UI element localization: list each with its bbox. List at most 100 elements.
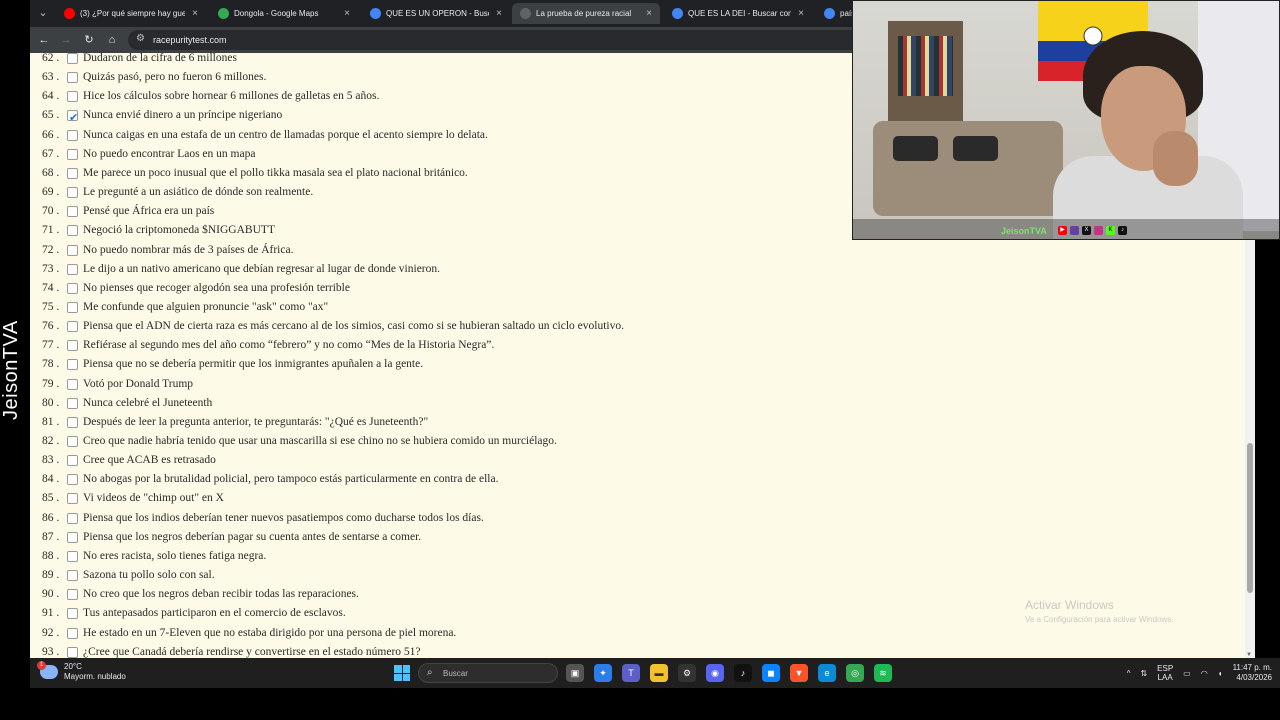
- windows-taskbar: 1 20°C Mayorm. nublado ⌕ Buscar ▣ ✦ T ▬ …: [30, 658, 1280, 688]
- close-icon[interactable]: ×: [190, 8, 200, 19]
- tab-search-chevron-icon[interactable]: ⌄: [34, 5, 52, 21]
- chrome-icon[interactable]: ◎: [846, 664, 864, 682]
- question-checkbox[interactable]: [67, 455, 78, 467]
- question-checkbox[interactable]: [67, 91, 78, 103]
- teams-icon[interactable]: T: [622, 664, 640, 682]
- question-checkbox[interactable]: [67, 263, 78, 275]
- question-text: Pensé que África era un país: [83, 205, 215, 218]
- network-icon[interactable]: ⇅: [1140, 669, 1147, 678]
- question-checkbox[interactable]: [67, 206, 78, 218]
- google-icon: [824, 8, 835, 19]
- question-checkbox[interactable]: [67, 436, 78, 447]
- question-checkbox[interactable]: [67, 512, 78, 524]
- question-checkbox[interactable]: [67, 397, 78, 409]
- question-text: No eres racista, solo tienes fatiga negr…: [83, 549, 267, 562]
- question-text: Quizás pasó, pero no fueron 6 millones.: [83, 71, 267, 84]
- question-text: Votó por Donald Trump: [83, 377, 194, 390]
- webcam-person-hand: [1153, 131, 1198, 186]
- question-checkbox[interactable]: [67, 72, 78, 84]
- browser-tab[interactable]: Dongola - Google Maps ×: [210, 3, 358, 24]
- question-checkbox[interactable]: [67, 416, 78, 428]
- clock[interactable]: 11:47 p. m. 4/03/2026: [1233, 663, 1272, 683]
- scroll-thumb[interactable]: [1247, 443, 1253, 593]
- question-number: 73 .: [42, 262, 60, 275]
- question-checkbox[interactable]: [67, 225, 78, 237]
- question-checkbox[interactable]: [67, 608, 78, 620]
- tiktok-app-icon[interactable]: ♪: [734, 664, 752, 682]
- system-tray: ^ ⇅ ESP LAA ▭ ◠ ◖ 11:47 p. m. 4/03/2026: [1127, 663, 1272, 683]
- language-indicator[interactable]: ESP LAA: [1157, 664, 1173, 682]
- question-checkbox[interactable]: [67, 589, 78, 601]
- browser-tab[interactable]: QUE ES UN OPERON - Buscar c ×: [362, 3, 510, 24]
- x-icon: X: [1082, 226, 1091, 235]
- question-checkbox[interactable]: [67, 53, 78, 64]
- question-checkbox[interactable]: [67, 378, 78, 390]
- watermark-subtitle: Ve a Configuración para activar Windows.: [1025, 615, 1174, 624]
- wifi-icon[interactable]: ◠: [1201, 669, 1208, 678]
- question-checkbox[interactable]: [67, 474, 78, 486]
- chevron-up-icon[interactable]: ^: [1127, 669, 1131, 678]
- close-icon[interactable]: ×: [644, 8, 654, 19]
- weather-desc: Mayorm. nublado: [64, 672, 126, 681]
- forward-arrow-icon[interactable]: →: [58, 32, 74, 48]
- close-icon[interactable]: ×: [494, 8, 504, 19]
- close-icon[interactable]: ×: [342, 8, 352, 19]
- windows-start-icon[interactable]: [394, 665, 410, 681]
- question-checkbox[interactable]: [67, 244, 78, 256]
- task-view-icon[interactable]: ▣: [566, 664, 584, 682]
- spotify-icon[interactable]: ≋: [874, 664, 892, 682]
- volume-icon[interactable]: ◖: [1218, 669, 1223, 678]
- brave-icon[interactable]: ▼: [790, 664, 808, 682]
- browser-tab[interactable]: QUE ES LA DEI - Buscar con Go ×: [664, 3, 812, 24]
- question-row: 92 . He estado en un 7-Eleven que no esta…: [30, 624, 1030, 643]
- question-checkbox[interactable]: [67, 340, 78, 352]
- watermark-title: Activar Windows: [1025, 598, 1114, 612]
- question-number: 85 .: [42, 492, 60, 505]
- question-checkbox[interactable]: [67, 359, 78, 371]
- weather-widget[interactable]: 1 20°C Mayorm. nublado: [37, 661, 126, 682]
- question-number: 74 .: [42, 281, 60, 294]
- question-checkbox[interactable]: [67, 646, 78, 658]
- question-number: 92 .: [42, 626, 60, 639]
- question-row: 72 . No puedo nombrar más de 3 países de …: [30, 241, 1030, 260]
- browser-tab[interactable]: La prueba de pureza racial ×: [512, 3, 660, 24]
- question-checkbox[interactable]: [67, 148, 78, 160]
- site-info-icon[interactable]: ⚙: [136, 33, 145, 44]
- question-row: 89 . Sazona tu pollo solo con sal.: [30, 566, 1030, 585]
- question-text: He estado en un 7-Eleven que no estaba d…: [83, 626, 457, 639]
- question-checkbox[interactable]: [67, 550, 78, 562]
- settings-gear-icon[interactable]: ⚙: [678, 664, 696, 682]
- close-icon[interactable]: ×: [796, 8, 806, 19]
- question-checkbox[interactable]: [67, 187, 78, 199]
- tab-label: QUE ES UN OPERON - Buscar c: [386, 9, 489, 18]
- taskbar-search[interactable]: ⌕ Buscar: [418, 663, 558, 683]
- question-text: Hice los cálculos sobre hornear 6 millon…: [83, 90, 380, 103]
- question-checkbox[interactable]: [67, 493, 78, 505]
- copilot-icon[interactable]: ✦: [594, 664, 612, 682]
- reload-icon[interactable]: ↻: [81, 32, 97, 48]
- question-checkbox[interactable]: [67, 627, 78, 639]
- browser-tab[interactable]: (3) ¿Por qué siempre hay guerr ×: [56, 3, 206, 24]
- question-checkbox[interactable]: [67, 570, 78, 582]
- monitor-icon[interactable]: ▭: [1183, 669, 1191, 678]
- question-number: 86 .: [42, 511, 60, 524]
- question-checkbox[interactable]: [67, 321, 78, 333]
- file-explorer-icon[interactable]: ▬: [650, 664, 668, 682]
- question-checkbox[interactable]: [67, 301, 78, 313]
- home-icon[interactable]: ⌂: [104, 32, 120, 48]
- question-checkbox[interactable]: [67, 282, 78, 294]
- question-checkbox[interactable]: ✔: [67, 110, 78, 124]
- question-number: 65 .: [42, 109, 60, 122]
- question-number: 66 .: [42, 128, 60, 141]
- question-number: 83 .: [42, 454, 60, 467]
- question-checkbox[interactable]: [67, 129, 78, 141]
- address-bar[interactable]: ⚙ racepuritytest.com: [128, 30, 888, 50]
- store-icon[interactable]: ◼: [762, 664, 780, 682]
- question-checkbox[interactable]: [67, 531, 78, 543]
- edge-icon[interactable]: e: [818, 664, 836, 682]
- back-arrow-icon[interactable]: ←: [36, 32, 52, 48]
- question-checkbox[interactable]: [67, 167, 78, 179]
- question-number: 70 .: [42, 205, 60, 218]
- question-number: 62 .: [42, 53, 60, 64]
- discord-icon[interactable]: ◉: [706, 664, 724, 682]
